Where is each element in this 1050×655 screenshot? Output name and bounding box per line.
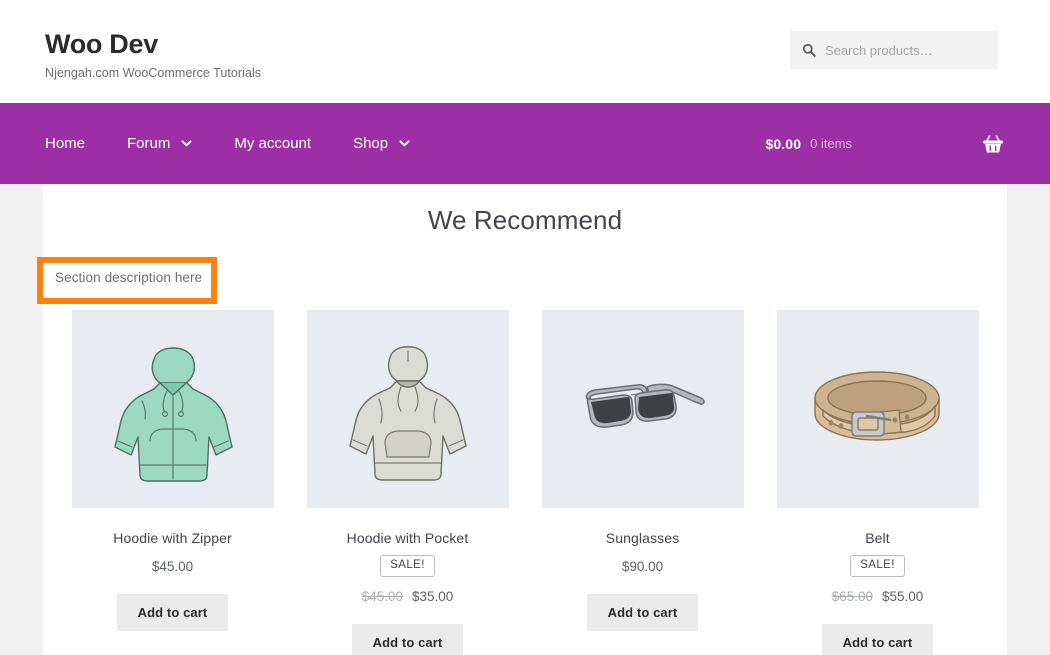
cart-item-count: 0 items — [810, 136, 852, 151]
site-title: Woo Dev — [45, 29, 158, 59]
nav-item-label: Home — [45, 135, 86, 152]
sale-badge: SALE! — [850, 555, 905, 577]
sunglasses-illustration — [585, 383, 705, 428]
nav-menu: Home Forum My account Shop — [45, 103, 431, 184]
product-price: $90.00 — [622, 559, 663, 574]
product-card[interactable]: Belt SALE! $65.00 $55.00 Add to cart — [760, 310, 995, 655]
add-to-cart-button[interactable]: Add to cart — [116, 594, 229, 631]
add-to-cart-button[interactable]: Add to cart — [351, 623, 464, 655]
nav-item-forum[interactable]: Forum — [106, 103, 213, 184]
site-tagline: Njengah.com WooCommerce Tutorials — [45, 65, 262, 80]
nav-item-shop[interactable]: Shop — [332, 103, 431, 184]
belt-illustration — [814, 371, 940, 441]
product-card[interactable]: Hoodie with Zipper $45.00 Add to cart — [55, 310, 290, 655]
product-price: $45.00 — [152, 559, 193, 574]
pocket-hoodie-illustration — [348, 346, 467, 481]
primary-navigation: Home Forum My account Shop $0.00 0 items — [0, 103, 1050, 184]
nav-item-label: Shop — [353, 135, 389, 152]
add-to-cart-button[interactable]: Add to cart — [821, 623, 934, 655]
zip-hoodie-illustration — [113, 347, 233, 482]
product-title[interactable]: Belt — [865, 530, 890, 546]
product-current-price: $90.00 — [621, 559, 664, 574]
chevron-down-icon — [181, 140, 192, 147]
product-title[interactable]: Hoodie with Zipper — [113, 530, 232, 546]
section-description: Section description here — [55, 270, 203, 285]
page-root: Woo Dev Njengah.com WooCommerce Tutorial… — [0, 0, 1050, 655]
product-title[interactable]: Hoodie with Pocket — [347, 530, 469, 546]
nav-item-home[interactable]: Home — [45, 103, 106, 184]
content-container: We Recommend Section description here Ho… — [43, 184, 1007, 655]
cart-summary[interactable]: $0.00 0 items — [766, 103, 1004, 184]
product-grid: Hoodie with Zipper $45.00 Add to cart Ho… — [55, 310, 995, 655]
chevron-down-icon — [399, 140, 410, 147]
product-image-pocket-hoodie[interactable] — [306, 310, 509, 508]
product-current-price: $45.00 — [151, 559, 194, 574]
nav-item-label: My account — [234, 135, 312, 152]
add-to-cart-button[interactable]: Add to cart — [586, 594, 699, 631]
product-search-form[interactable] — [790, 31, 1001, 69]
product-card[interactable]: Hoodie with Pocket SALE! $45.00 $35.00 A… — [290, 310, 525, 655]
product-current-price: $35.00 — [412, 588, 454, 604]
site-header: Woo Dev Njengah.com WooCommerce Tutorial… — [0, 0, 1050, 103]
product-title[interactable]: Sunglasses — [606, 530, 679, 546]
nav-item-my-account[interactable]: My account — [213, 103, 332, 184]
nav-item-label: Forum — [127, 135, 171, 152]
product-price: $45.00 $35.00 — [362, 589, 454, 604]
product-price: $65.00 $55.00 — [832, 589, 924, 604]
product-regular-price: $65.00 — [831, 588, 873, 604]
product-regular-price: $45.00 — [361, 588, 403, 604]
product-card[interactable]: Sunglasses $90.00 Add to cart — [525, 310, 760, 655]
product-image-sunglasses[interactable] — [541, 310, 744, 508]
search-icon — [802, 43, 816, 57]
cart-total-amount: $0.00 — [765, 135, 802, 152]
search-input[interactable] — [825, 42, 1001, 58]
product-image-belt[interactable] — [776, 310, 979, 508]
site-branding[interactable]: Woo Dev Njengah.com WooCommerce Tutorial… — [45, 29, 262, 80]
product-current-price: $55.00 — [882, 588, 924, 604]
section-heading: We Recommend — [427, 205, 623, 235]
shopping-basket-icon[interactable] — [982, 134, 1004, 154]
product-image-zip-hoodie[interactable] — [71, 310, 274, 508]
sale-badge: SALE! — [380, 555, 435, 577]
